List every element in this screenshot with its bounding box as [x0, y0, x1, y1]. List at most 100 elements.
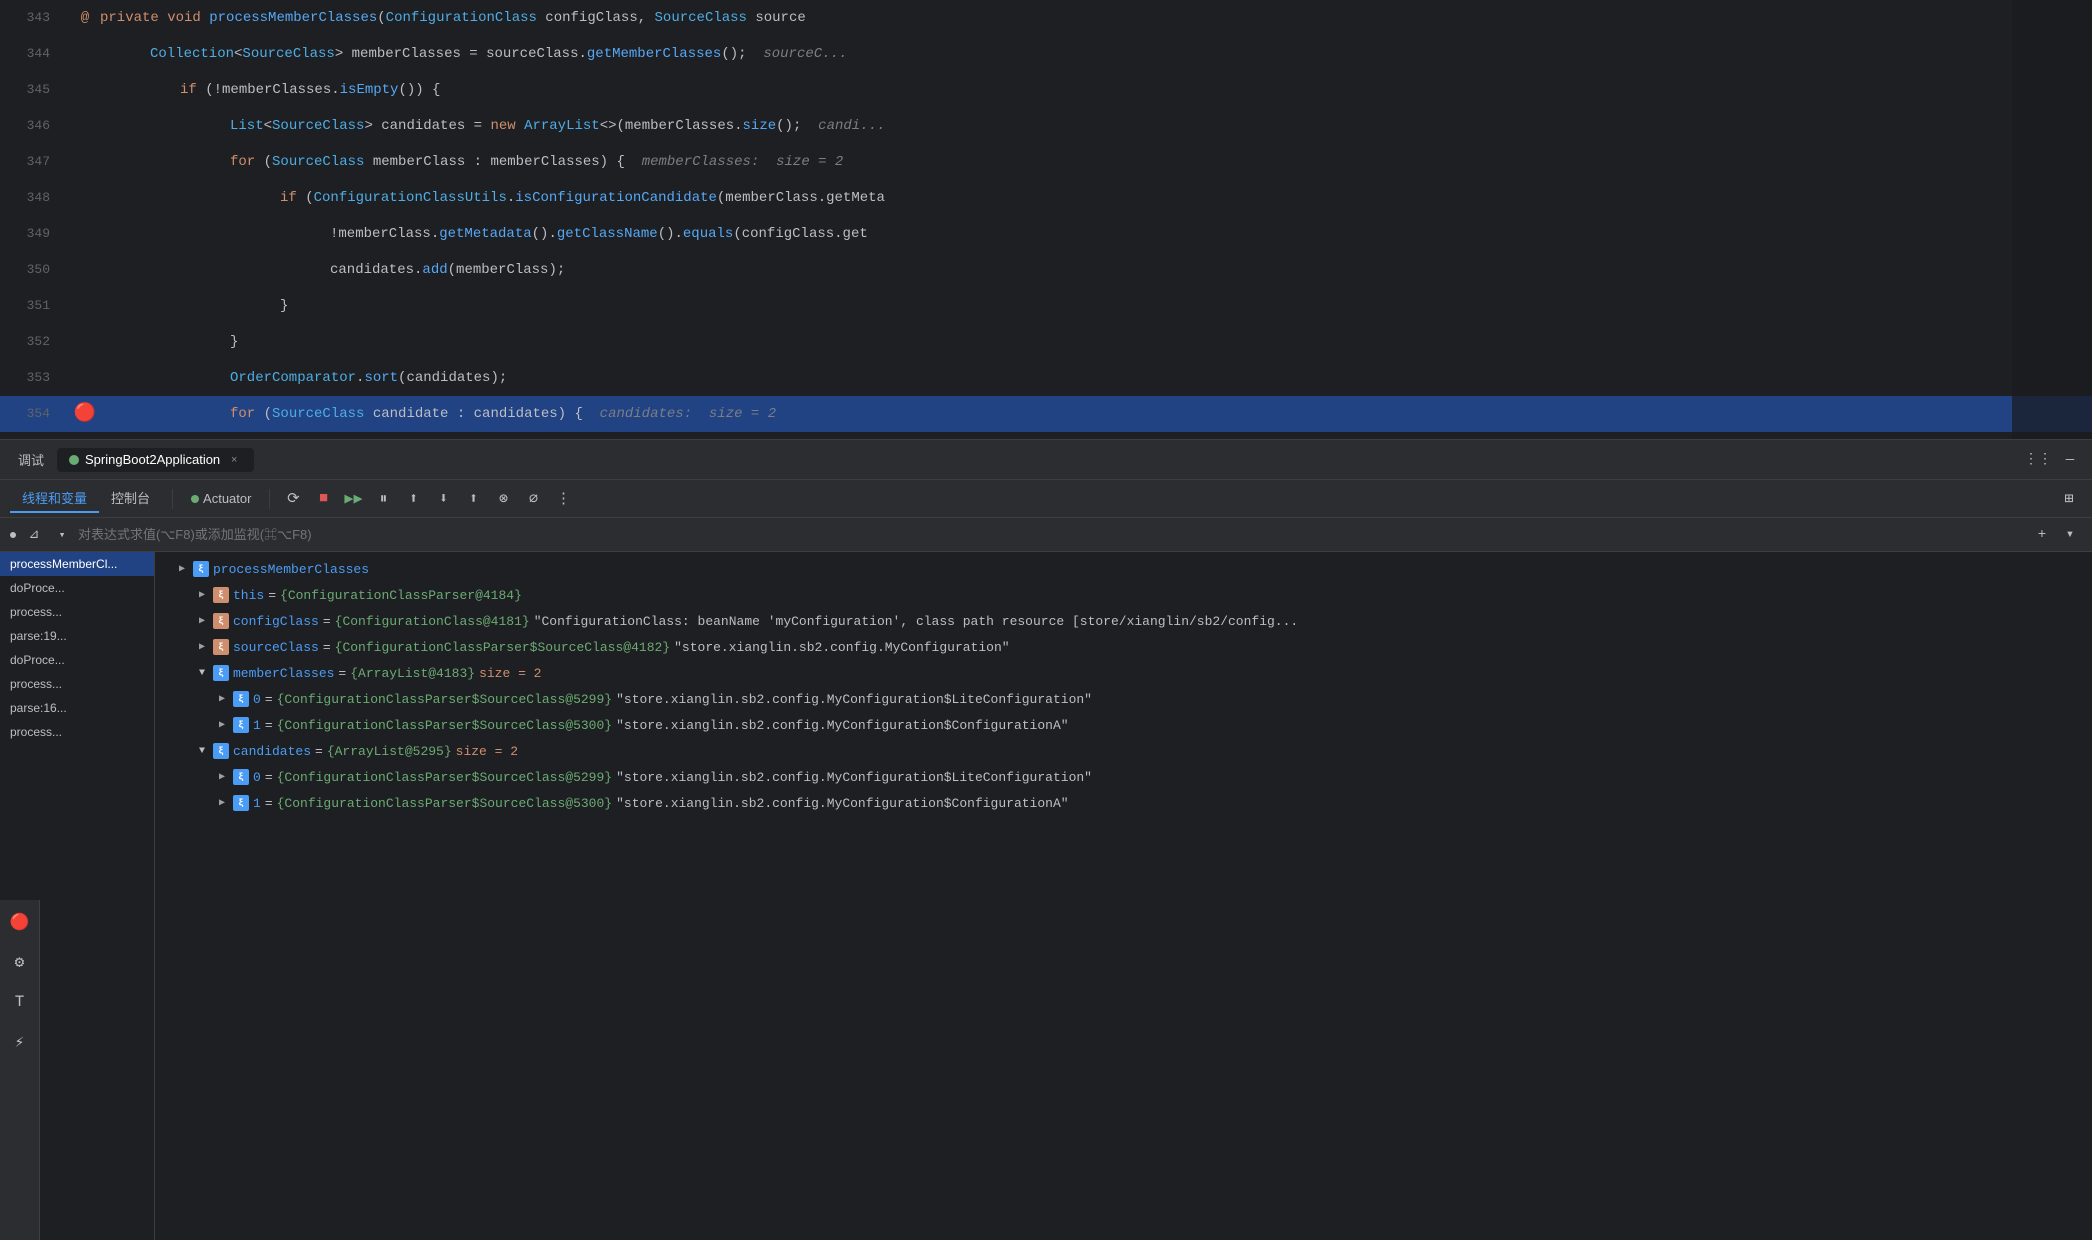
threads-vars-tab[interactable]: 线程和变量 — [10, 484, 99, 513]
line-number-349: 349 — [0, 216, 70, 252]
var-name-configclass: configClass — [233, 614, 319, 629]
tab-close-btn[interactable]: × — [226, 452, 242, 468]
restart-btn[interactable]: ⟳ — [280, 486, 306, 512]
var-name-candidates: candidates — [233, 744, 311, 759]
code-line-347: 347 for (SourceClass memberClass : membe… — [0, 144, 2092, 180]
call-stack-item-4[interactable]: doProce... — [0, 648, 154, 672]
var-item-memberclasses[interactable]: ▼ ξ memberClasses = {ArrayList@4183} siz… — [155, 660, 2092, 686]
expand-arrow-sourceclass: ▶ — [195, 640, 209, 654]
code-content-354: for (SourceClass candidate : candidates)… — [100, 396, 2072, 432]
call-stack-item-2[interactable]: process... — [0, 600, 154, 624]
filter-input[interactable] — [78, 527, 2024, 542]
settings-icon-btn[interactable]: ⋮⋮ — [2026, 448, 2050, 472]
sidebar-lightning-icon[interactable]: ⚡ — [6, 1028, 34, 1056]
var-item-processmember[interactable]: ▶ ξ processMemberClasses — [155, 556, 2092, 582]
var-eq-sourceclass: = — [323, 640, 331, 655]
console-tab[interactable]: 控制台 — [99, 484, 162, 513]
var-ref-this: {ConfigurationClassParser@4184} — [280, 588, 522, 603]
var-ref-c0: {ConfigurationClassParser$SourceClass@52… — [277, 770, 612, 785]
gutter-343: @ — [70, 0, 100, 36]
code-content-352: } — [100, 324, 2072, 360]
toolbar-right: ⊞ — [2056, 486, 2082, 512]
var-icon-c0: ξ — [233, 769, 249, 785]
filter-icon-btn[interactable]: ⊿ — [22, 523, 46, 547]
step-over-btn[interactable]: ⬆ — [400, 486, 426, 512]
var-item-candidates-0[interactable]: ▶ ξ 0 = {ConfigurationClassParser$Source… — [155, 764, 2092, 790]
call-stack-item-7[interactable]: process... — [0, 720, 154, 744]
tab-bar-right: ⋮⋮ — — [2026, 448, 2082, 472]
pause-btn[interactable]: ⏸ — [370, 486, 396, 512]
var-item-sourceclass[interactable]: ▶ ξ sourceClass = {ConfigurationClassPar… — [155, 634, 2092, 660]
code-line-350: 350 candidates.add(memberClass); — [0, 252, 2092, 288]
code-lines: 343 @ private void processMemberClasses(… — [0, 0, 2092, 432]
var-eq-mc1: = — [265, 718, 273, 733]
var-val-configclass: "ConfigurationClass: beanName 'myConfigu… — [534, 614, 1299, 629]
var-name-mc1: 1 — [253, 718, 261, 733]
call-stack-item-6[interactable]: parse:16... — [0, 696, 154, 720]
var-item-memberclasses-0[interactable]: ▶ ξ 0 = {ConfigurationClassParser$Source… — [155, 686, 2092, 712]
code-content-353: OrderComparator.sort(candidates); — [100, 360, 2072, 396]
var-eq-c0: = — [265, 770, 273, 785]
sidebar-text-icon[interactable]: T — [6, 988, 34, 1016]
layout-btn[interactable]: ⊞ — [2056, 486, 2082, 512]
var-name-processmember: processMemberClasses — [213, 562, 369, 577]
var-item-memberclasses-1[interactable]: ▶ ξ 1 = {ConfigurationClassParser$Source… — [155, 712, 2092, 738]
var-name-c1: 1 — [253, 796, 261, 811]
clear-btn[interactable]: ∅ — [520, 486, 546, 512]
code-line-352: 352 } — [0, 324, 2092, 360]
debug-panel: 调试 SpringBoot2Application × ⋮⋮ — 线程和变量 控… — [0, 440, 2092, 1240]
var-item-configclass[interactable]: ▶ ξ configClass = {ConfigurationClass@41… — [155, 608, 2092, 634]
line-number-346: 346 — [0, 108, 70, 144]
filter-expand-btn[interactable]: ▾ — [2058, 523, 2082, 547]
var-ref-candidates: {ArrayList@5295} — [327, 744, 452, 759]
app-tab[interactable]: SpringBoot2Application × — [57, 448, 254, 472]
add-watch-btn[interactable]: + — [2030, 523, 2054, 547]
expand-arrow-c0: ▶ — [215, 770, 229, 784]
stop-btn[interactable]: ■ — [310, 486, 336, 512]
code-content-346: List<SourceClass> candidates = new Array… — [100, 108, 2072, 144]
var-ref-mc0: {ConfigurationClassParser$SourceClass@52… — [277, 692, 612, 707]
variables-list: ▶ ξ processMemberClasses ▶ ξ this = {Con… — [155, 552, 2092, 1240]
var-eq-c1: = — [265, 796, 273, 811]
gutter-354: 🔴 — [70, 396, 100, 432]
var-item-this[interactable]: ▶ ξ this = {ConfigurationClassParser@418… — [155, 582, 2092, 608]
sidebar-settings-icon[interactable]: ⚙ — [6, 948, 34, 976]
var-icon-this: ξ — [213, 587, 229, 603]
sidebar-debug-icon[interactable]: 🔴 — [6, 908, 34, 936]
code-line-344: 344 Collection<SourceClass> memberClasse… — [0, 36, 2092, 72]
code-line-348: 348 if (ConfigurationClassUtils.isConfig… — [0, 180, 2092, 216]
code-line-349: 349 !memberClass.getMetadata().getClassN… — [0, 216, 2092, 252]
line-number-345: 345 — [0, 72, 70, 108]
filter-right: + ▾ — [2030, 523, 2082, 547]
call-stack-item-3[interactable]: parse:19... — [0, 624, 154, 648]
line-number-350: 350 — [0, 252, 70, 288]
toolbar-divider-2 — [269, 489, 270, 509]
code-line-345: 345 if (!memberClasses.isEmpty()) { — [0, 72, 2092, 108]
more-btn[interactable]: ⋮ — [550, 486, 576, 512]
mute-btn[interactable]: ⊗ — [490, 486, 516, 512]
step-into-btn[interactable]: ⬇ — [430, 486, 456, 512]
code-content-344: Collection<SourceClass> memberClasses = … — [100, 36, 2072, 72]
actuator-dot — [191, 495, 199, 503]
call-stack-item-5[interactable]: process... — [0, 672, 154, 696]
minimize-icon-btn[interactable]: — — [2058, 448, 2082, 472]
call-stack-item-0[interactable]: processMemberCl... — [0, 552, 154, 576]
var-item-candidates-1[interactable]: ▶ ξ 1 = {ConfigurationClassParser$Source… — [155, 790, 2092, 816]
code-content-348: if (ConfigurationClassUtils.isConfigurat… — [100, 180, 2072, 216]
actuator-btn[interactable]: Actuator — [183, 488, 259, 509]
var-ref-sourceclass: {ConfigurationClassParser$SourceClass@41… — [335, 640, 670, 655]
main-container: 343 @ private void processMemberClasses(… — [0, 0, 2092, 1240]
var-item-candidates[interactable]: ▼ ξ candidates = {ArrayList@5295} size =… — [155, 738, 2092, 764]
step-out-btn[interactable]: ⬆ — [460, 486, 486, 512]
call-stack-item-1[interactable]: doProce... — [0, 576, 154, 600]
filter-dropdown-btn[interactable]: ▾ — [52, 525, 72, 545]
resume-btn[interactable]: ▶▶ — [340, 486, 366, 512]
expand-arrow-mc0: ▶ — [215, 692, 229, 706]
expand-arrow-processmember: ▶ — [175, 562, 189, 576]
minimap — [2012, 0, 2092, 439]
code-content-345: if (!memberClasses.isEmpty()) { — [100, 72, 2072, 108]
expand-arrow-mc1: ▶ — [215, 718, 229, 732]
var-size-candidates: size = 2 — [456, 744, 518, 759]
var-name-memberclasses: memberClasses — [233, 666, 334, 681]
expand-arrow-configclass: ▶ — [195, 614, 209, 628]
